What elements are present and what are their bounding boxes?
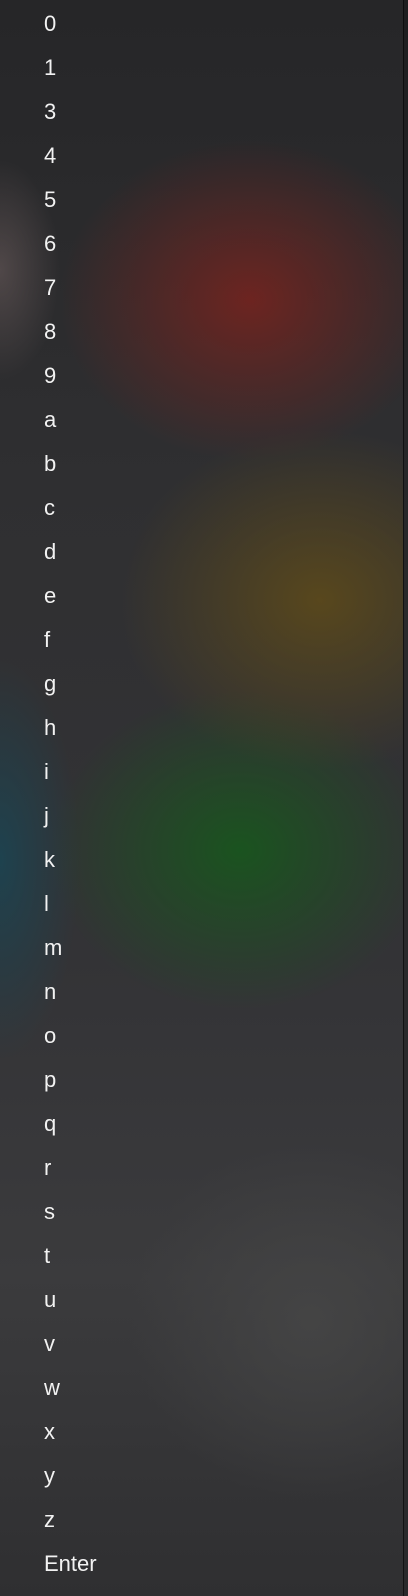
key-item-7[interactable]: 7 [0,266,403,310]
key-item-d[interactable]: d [0,530,403,574]
key-item-8[interactable]: 8 [0,310,403,354]
key-item-9[interactable]: 9 [0,354,403,398]
key-item-3[interactable]: 3 [0,90,403,134]
key-item-w[interactable]: w [0,1366,403,1410]
key-item-s[interactable]: s [0,1190,403,1234]
key-item-g[interactable]: g [0,662,403,706]
key-item-a[interactable]: a [0,398,403,442]
key-item-r[interactable]: r [0,1146,403,1190]
key-item-n[interactable]: n [0,970,403,1014]
key-list-panel: 0 1 3 4 5 6 7 8 9 a b c d e f g h i j k … [0,0,403,1596]
key-item-y[interactable]: y [0,1454,403,1498]
key-item-z[interactable]: z [0,1498,403,1542]
key-list: 0 1 3 4 5 6 7 8 9 a b c d e f g h i j k … [0,0,403,1586]
key-item-o[interactable]: o [0,1014,403,1058]
key-item-0[interactable]: 0 [0,2,403,46]
panel-divider [403,0,404,1596]
key-item-5[interactable]: 5 [0,178,403,222]
key-item-e[interactable]: e [0,574,403,618]
key-item-t[interactable]: t [0,1234,403,1278]
key-item-l[interactable]: l [0,882,403,926]
key-item-c[interactable]: c [0,486,403,530]
key-item-6[interactable]: 6 [0,222,403,266]
key-item-i[interactable]: i [0,750,403,794]
key-item-p[interactable]: p [0,1058,403,1102]
key-item-q[interactable]: q [0,1102,403,1146]
key-item-j[interactable]: j [0,794,403,838]
key-item-enter[interactable]: Enter [0,1542,403,1586]
key-item-f[interactable]: f [0,618,403,662]
key-item-x[interactable]: x [0,1410,403,1454]
key-item-b[interactable]: b [0,442,403,486]
key-item-1[interactable]: 1 [0,46,403,90]
key-item-m[interactable]: m [0,926,403,970]
key-item-k[interactable]: k [0,838,403,882]
key-item-h[interactable]: h [0,706,403,750]
key-item-v[interactable]: v [0,1322,403,1366]
key-item-4[interactable]: 4 [0,134,403,178]
key-item-u[interactable]: u [0,1278,403,1322]
